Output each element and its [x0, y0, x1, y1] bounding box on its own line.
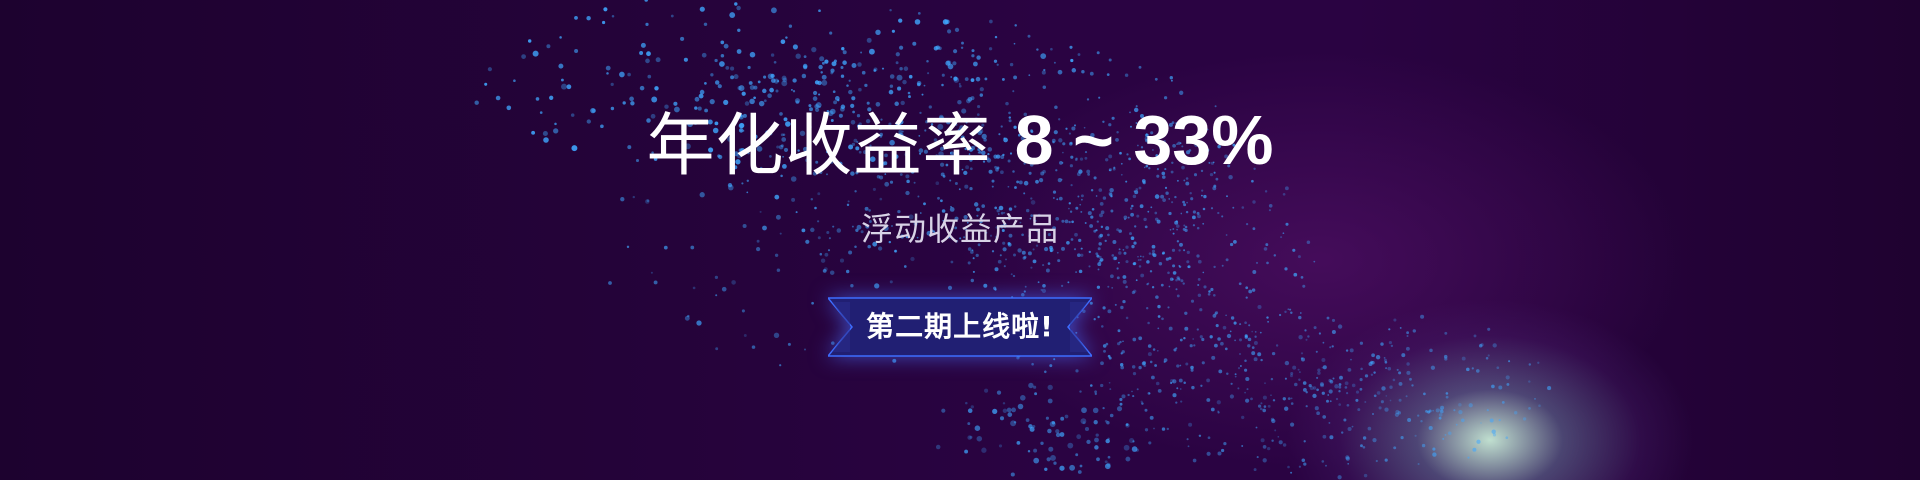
- headline: 年化收益率 8 ~ 33%: [0, 90, 1920, 189]
- ribbon-label: 第二期上线啦!: [866, 310, 1054, 343]
- product-subtitle: 浮动收益产品: [860, 210, 1059, 248]
- headline-rate-range: 8 ~ 33%: [1014, 100, 1274, 179]
- launch-ribbon-button[interactable]: 第二期上线啦!: [828, 296, 1092, 358]
- headline-prefix: 年化收益率: [646, 107, 992, 186]
- promo-banner: 年化收益率 8 ~ 33% 浮动收益产品 第二期上线啦!: [0, 0, 1920, 480]
